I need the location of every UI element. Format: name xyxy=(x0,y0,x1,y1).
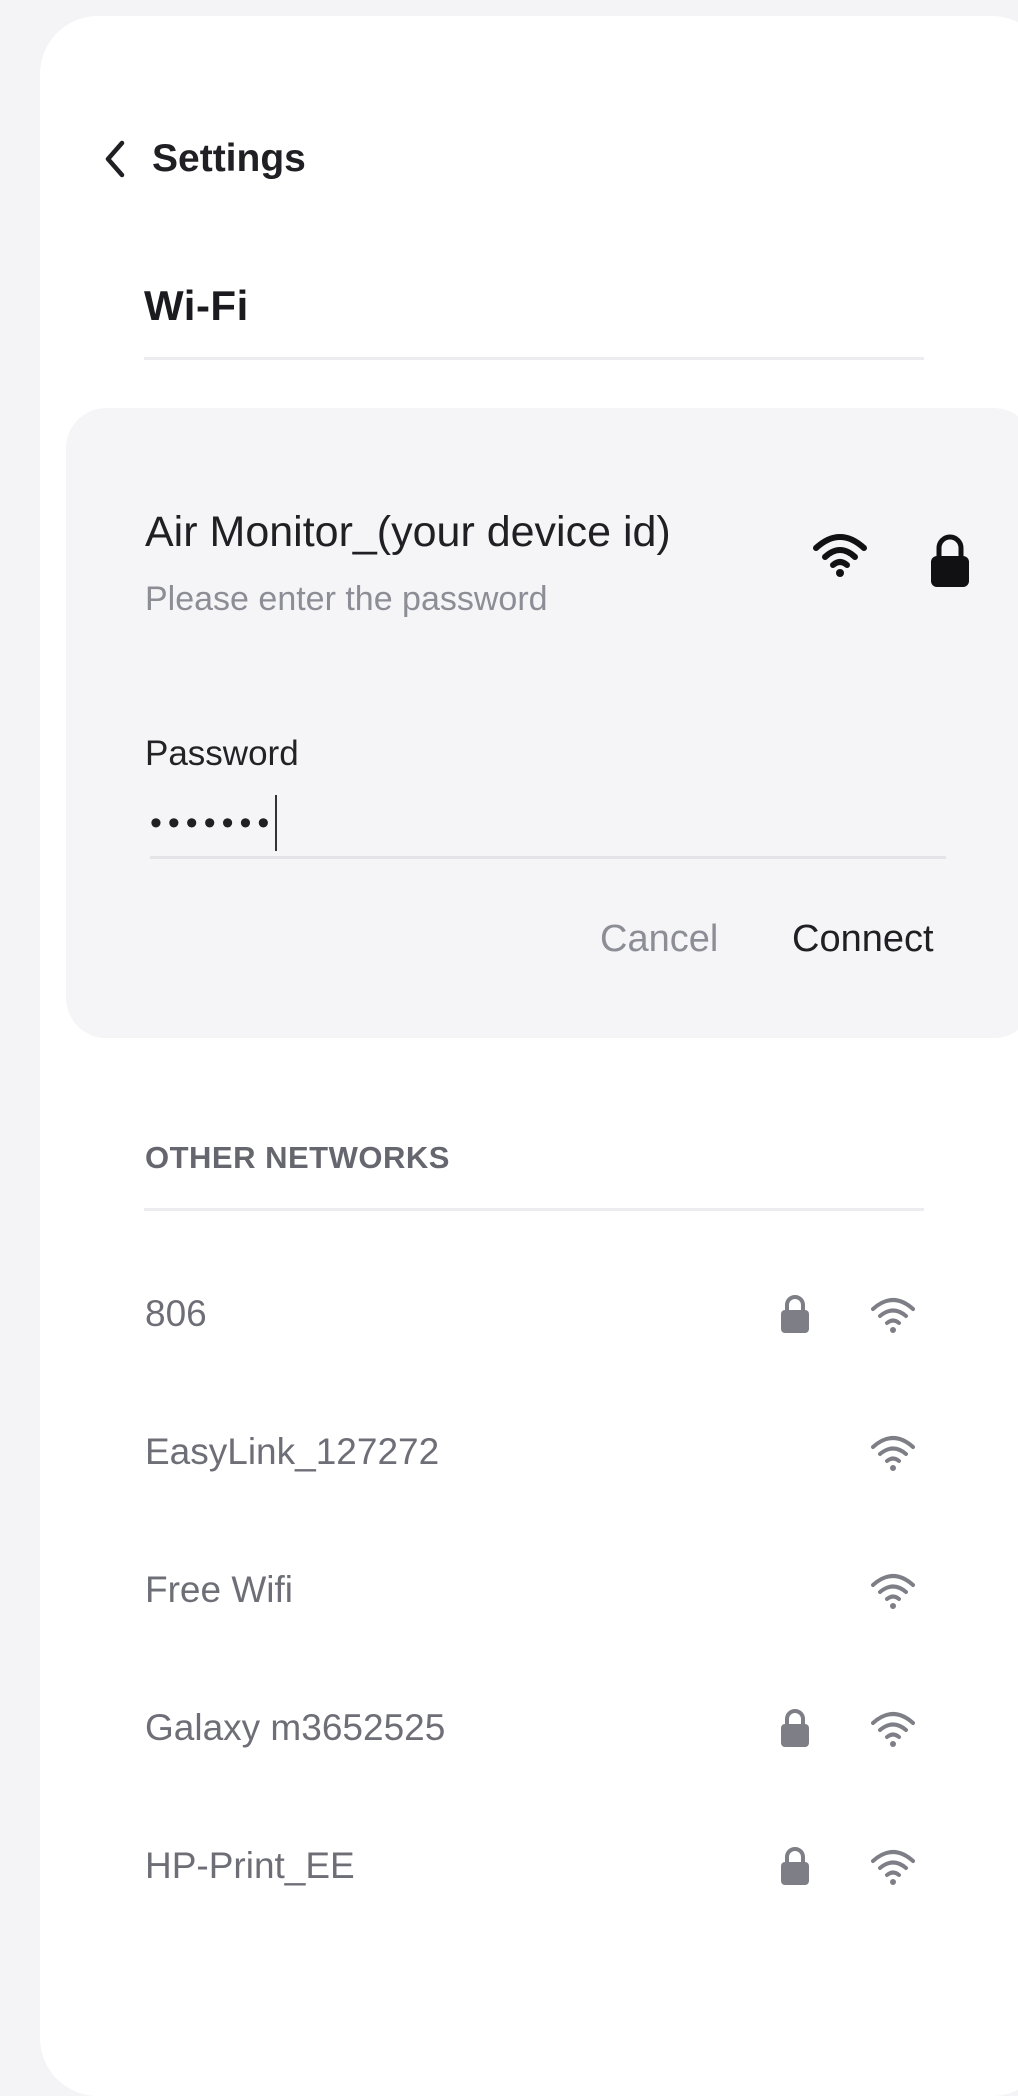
network-name: 806 xyxy=(145,1293,207,1334)
wifi-icon xyxy=(869,1295,917,1340)
wifi-icon xyxy=(869,1709,917,1754)
wifi-icon xyxy=(869,1433,917,1478)
text-cursor xyxy=(275,795,278,851)
network-item[interactable]: Free Wifi xyxy=(145,1551,935,1689)
connect-button[interactable]: Connect xyxy=(792,918,934,961)
lock-icon xyxy=(779,1845,811,1892)
network-name: EasyLink_127272 xyxy=(145,1431,440,1472)
password-input[interactable]: ••••••• xyxy=(150,790,946,859)
network-item[interactable]: 806 xyxy=(145,1275,935,1413)
lock-icon xyxy=(779,1707,811,1754)
page-title: Wi-Fi xyxy=(144,282,249,329)
wifi-icon xyxy=(869,1847,917,1892)
chevron-left-icon xyxy=(100,137,130,181)
network-item[interactable]: HP-Print_EE xyxy=(145,1827,935,1965)
password-value: ••••••• xyxy=(150,803,276,842)
divider xyxy=(144,1208,924,1211)
network-list: 806 EasyLink_127272 Free Wifi Galaxy m36… xyxy=(145,1275,935,1965)
wifi-icon xyxy=(869,1571,917,1616)
network-item[interactable]: Galaxy m3652525 xyxy=(145,1689,935,1827)
password-label: Password xyxy=(145,734,299,773)
network-item[interactable]: EasyLink_127272 xyxy=(145,1413,935,1551)
wifi-icon xyxy=(812,532,868,583)
password-hint: Please enter the password xyxy=(145,580,548,618)
divider xyxy=(144,357,924,360)
selected-network-name: Air Monitor_(your device id) xyxy=(145,508,671,556)
back-button[interactable]: Settings xyxy=(100,128,306,190)
network-name: Galaxy m3652525 xyxy=(145,1707,446,1748)
lock-icon xyxy=(928,533,972,594)
network-name: Free Wifi xyxy=(145,1569,293,1610)
network-name: HP-Print_EE xyxy=(145,1845,355,1886)
other-networks-header: OTHER NETWORKS xyxy=(145,1140,450,1175)
back-label: Settings xyxy=(152,137,306,180)
lock-icon xyxy=(779,1293,811,1340)
cancel-button[interactable]: Cancel xyxy=(600,918,718,961)
